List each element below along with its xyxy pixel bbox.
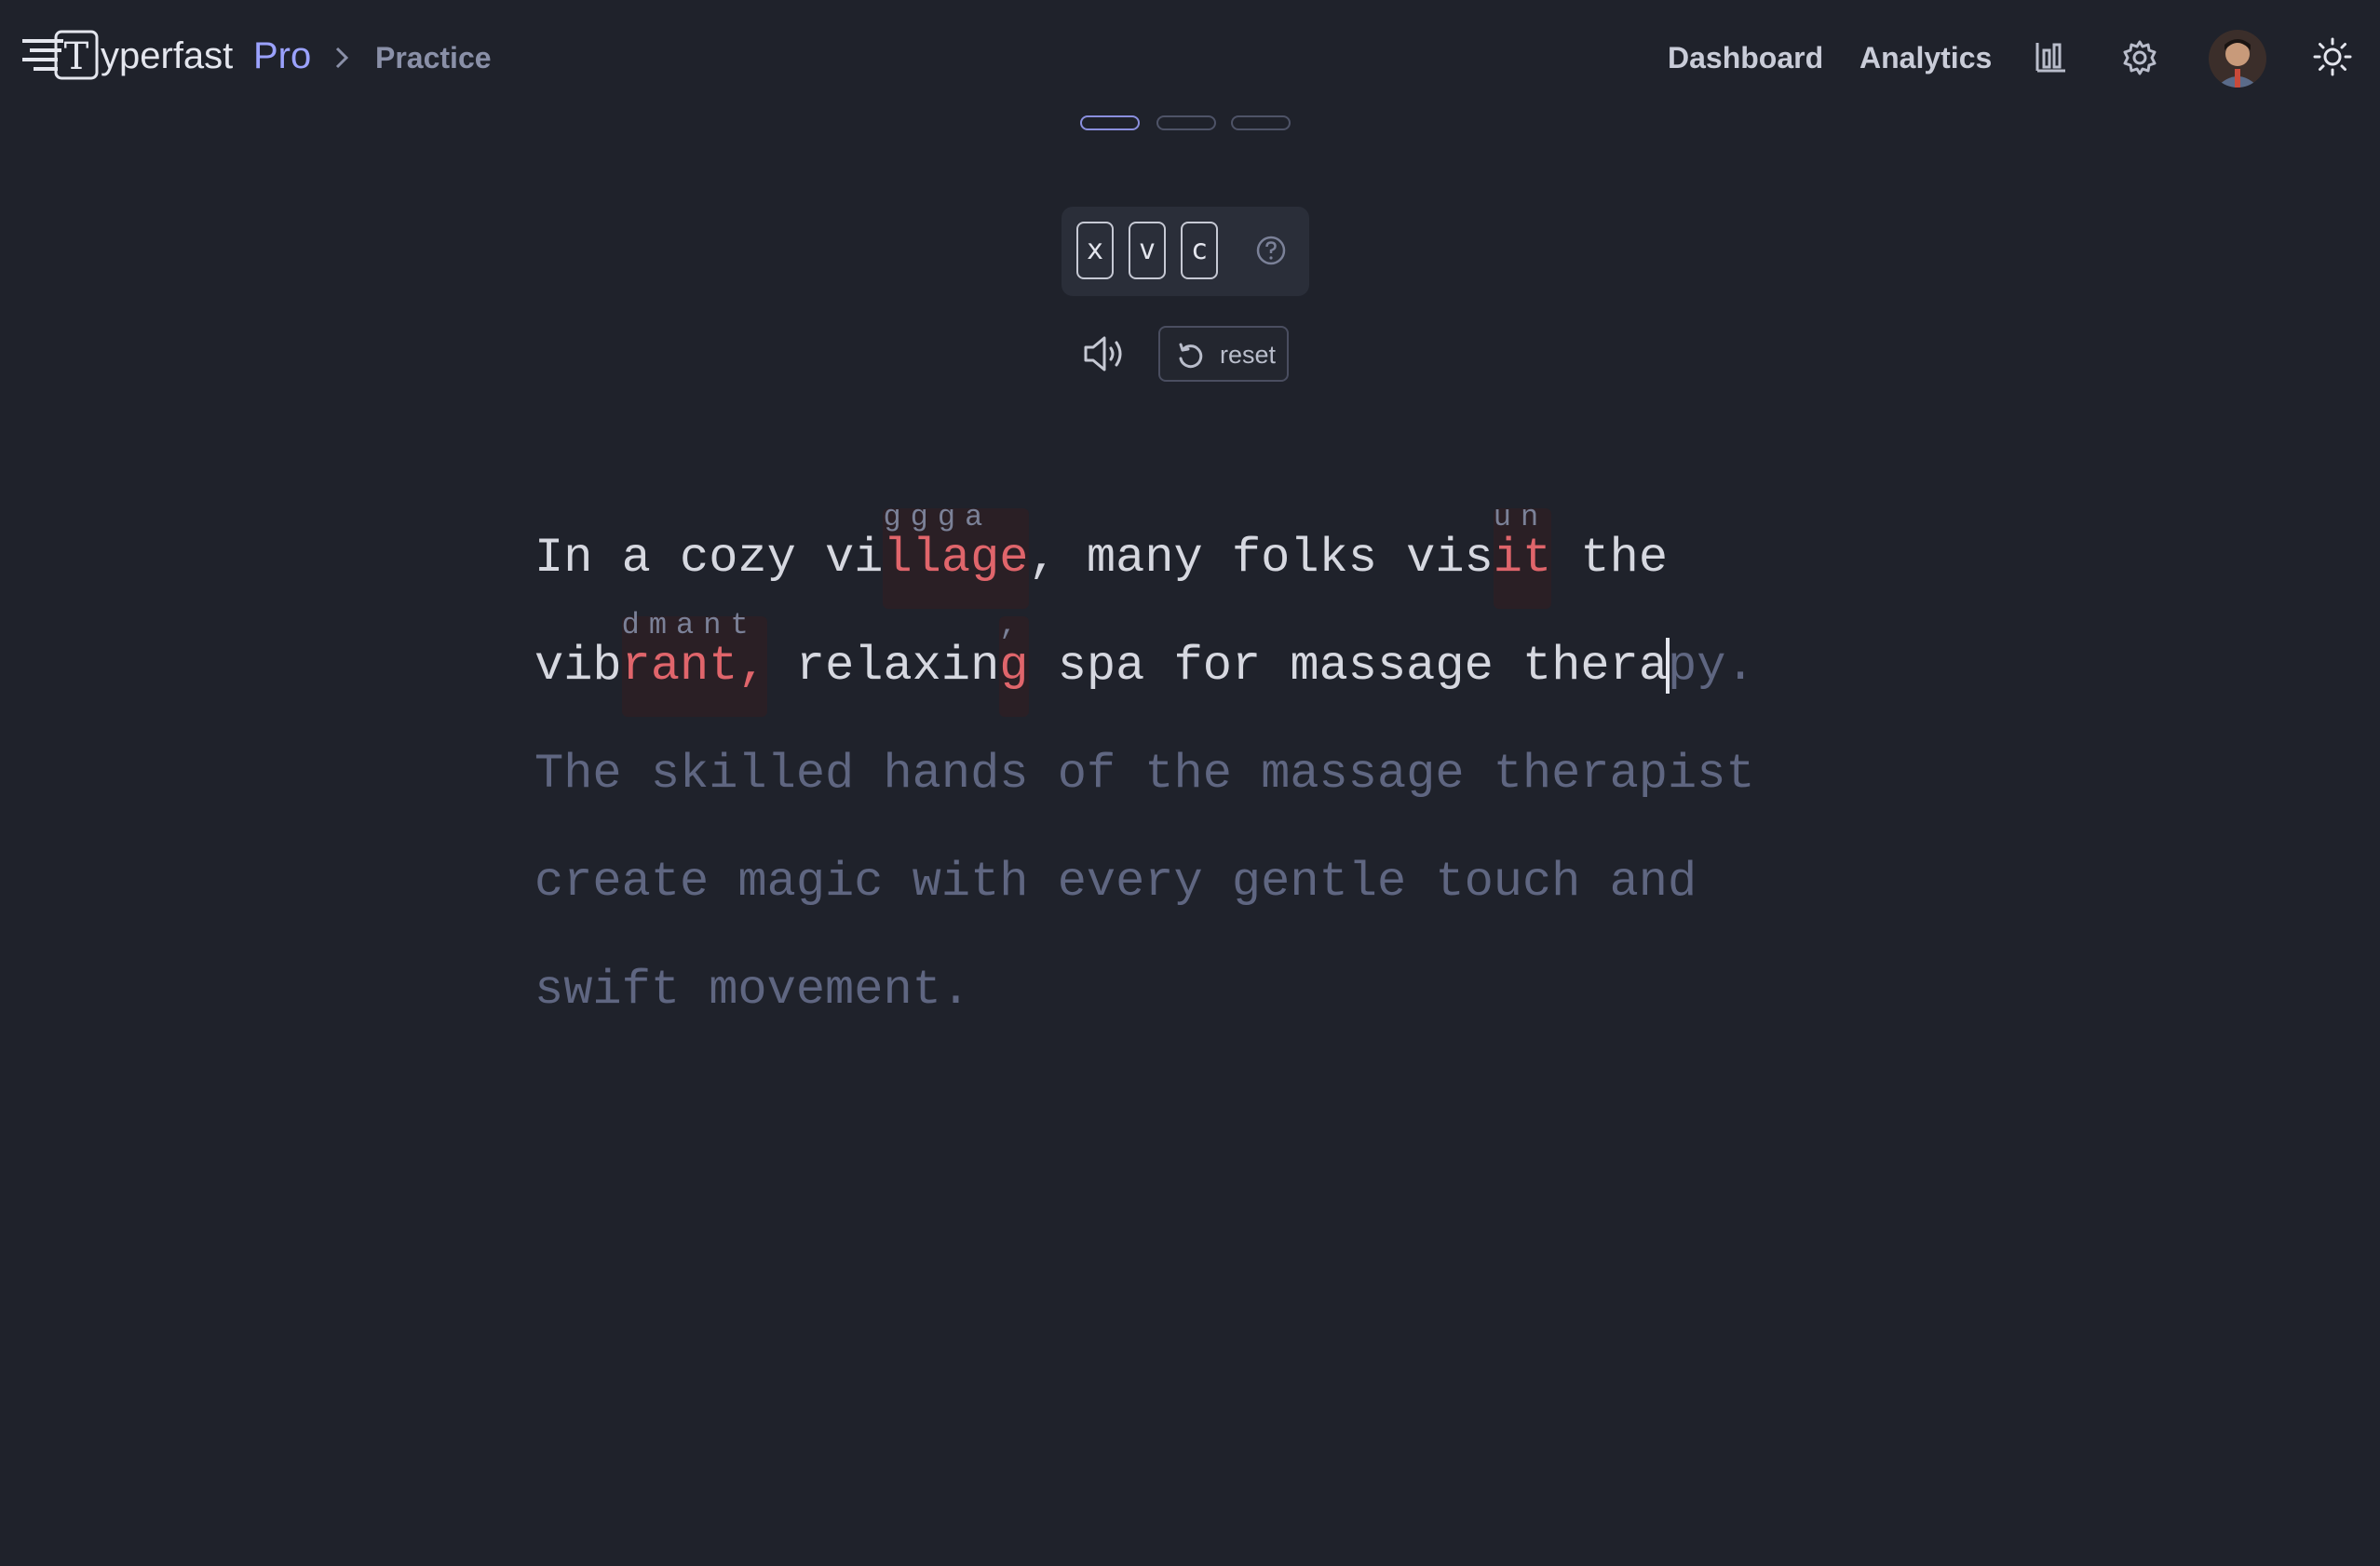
focus-key-x[interactable]: x bbox=[1076, 222, 1114, 279]
typed-text: , many folks vis bbox=[1028, 531, 1494, 586]
focus-key-c[interactable]: c bbox=[1181, 222, 1218, 279]
question-icon[interactable] bbox=[1255, 235, 1287, 266]
typed-overlay: ggga bbox=[883, 500, 993, 534]
text-line-1: In a cozy vi ggga llage, many folks vis un i… bbox=[534, 501, 1782, 616]
breadcrumb-practice[interactable]: Practice bbox=[375, 37, 492, 78]
user-avatar[interactable] bbox=[2209, 30, 2266, 88]
error-word: ggga llage bbox=[883, 501, 1029, 609]
nav-dashboard[interactable]: Dashboard bbox=[1668, 35, 1823, 80]
focus-key-v[interactable]: v bbox=[1129, 222, 1166, 279]
nav-analytics[interactable]: Analytics bbox=[1859, 35, 1992, 80]
brand-pro-label: Pro bbox=[253, 35, 312, 76]
typerfast-logo: T bbox=[22, 30, 99, 80]
top-bar: T yperfast Pro Practice Dashboard Analyt… bbox=[0, 0, 2380, 115]
typed-overlay: , bbox=[999, 608, 1027, 642]
typed-text: In a cozy vi bbox=[534, 531, 884, 586]
sun-icon[interactable] bbox=[2313, 37, 2352, 76]
reset-label: reset bbox=[1220, 341, 1277, 369]
reset-button[interactable]: reset bbox=[1158, 326, 1289, 382]
text-line-2: vib dmant rant, relaxin, g spa for massage … bbox=[534, 609, 1782, 724]
typed-text: the bbox=[1551, 531, 1669, 586]
typed-text: spa for massage thera bbox=[1028, 639, 1669, 694]
typing-text-area[interactable]: In a cozy vi ggga llage, many folks vis un i… bbox=[534, 501, 1782, 1048]
error-word: dmant rant, bbox=[621, 609, 767, 717]
focus-keys-panel: x v c bbox=[1062, 207, 1309, 296]
gear-icon[interactable] bbox=[2121, 39, 2158, 76]
lesson-pager bbox=[1080, 115, 1294, 134]
pager-dot-3[interactable] bbox=[1231, 115, 1291, 130]
error-word: ,g bbox=[999, 609, 1029, 717]
pending-text: py. bbox=[1668, 639, 1755, 694]
bar-chart-icon[interactable] bbox=[2034, 39, 2067, 74]
pager-dot-2[interactable] bbox=[1156, 115, 1216, 130]
error-word: un it bbox=[1493, 501, 1552, 609]
pager-dot-1[interactable] bbox=[1080, 115, 1140, 130]
typed-text: vib bbox=[534, 639, 622, 694]
svg-text:T: T bbox=[64, 35, 89, 78]
text-line-4: create magic with every gentle touch and bbox=[534, 855, 1697, 910]
text-line-3: The skilled hands of the massage therapi… bbox=[534, 747, 1755, 802]
chevron-right-icon bbox=[335, 47, 349, 69]
speaker-icon[interactable] bbox=[1082, 331, 1130, 376]
typed-text: relaxin bbox=[766, 639, 1000, 694]
text-line-5: swift movement. bbox=[534, 963, 971, 1018]
typed-overlay: un bbox=[1493, 500, 1548, 534]
brand-name: yperfast bbox=[101, 35, 234, 76]
typed-overlay: dmant bbox=[621, 608, 758, 642]
rotate-ccw-icon bbox=[1179, 343, 1203, 369]
